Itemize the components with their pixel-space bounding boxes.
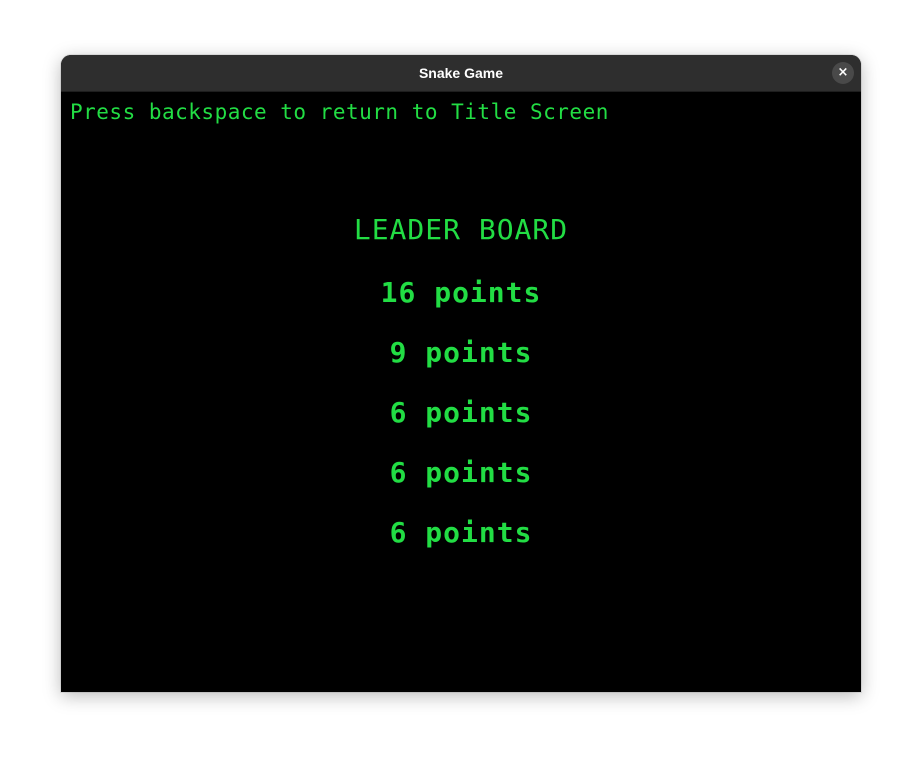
- game-canvas[interactable]: Press backspace to return to Title Scree…: [61, 92, 861, 692]
- title-bar[interactable]: Snake Game ×: [61, 55, 861, 92]
- window-title: Snake Game: [418, 65, 504, 81]
- leaderboard-entry: 6 points: [389, 456, 533, 489]
- game-window: Snake Game × Press backspace to return t…: [61, 55, 861, 692]
- leaderboard-entry: 6 points: [389, 516, 533, 549]
- close-icon[interactable]: ×: [832, 62, 854, 84]
- leaderboard-list: 16 points 9 points 6 points 6 points 6 p…: [61, 273, 861, 573]
- leaderboard-entry: 9 points: [389, 336, 533, 369]
- leaderboard-entry: 16 points: [380, 276, 542, 309]
- leaderboard-entry: 6 points: [389, 396, 533, 429]
- leaderboard-title: LEADER BOARD: [353, 213, 569, 246]
- backspace-hint: Press backspace to return to Title Scree…: [70, 100, 609, 124]
